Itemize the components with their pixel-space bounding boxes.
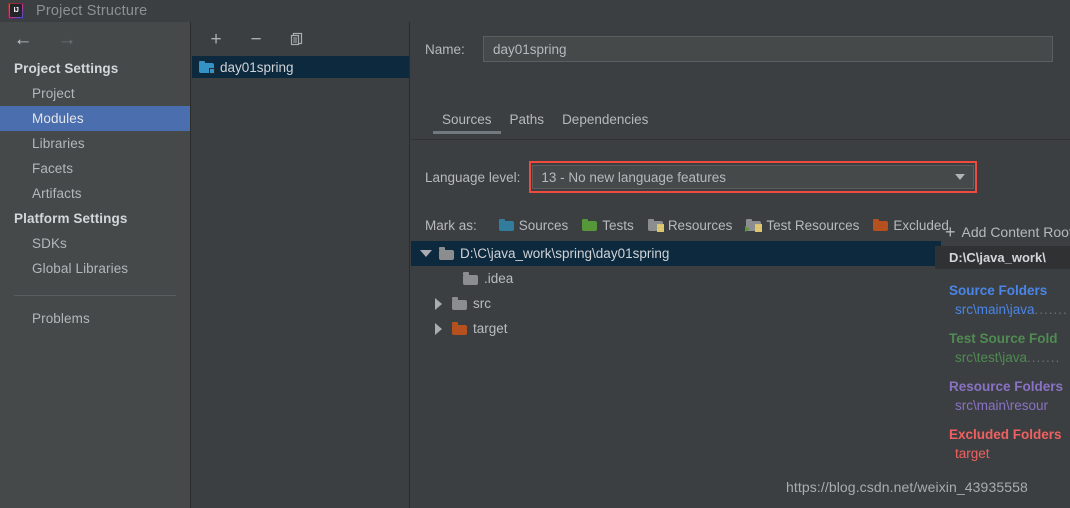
chevron-collapsed-icon[interactable] — [435, 322, 442, 335]
tree-row-label: D:\C\java_work\spring\day01spring — [460, 246, 670, 261]
sidebar-divider — [14, 295, 176, 296]
module-folder-icon — [199, 60, 215, 74]
mark-as-resources-label: Resources — [667, 217, 733, 233]
resource-folders-path-label: src\main\resour — [955, 398, 1049, 413]
module-name-row: Name: day01spring — [411, 32, 1053, 66]
sidebar-item-global-libraries[interactable]: Global Libraries — [0, 256, 190, 281]
test-source-folders-path[interactable]: src\test\java....... — [935, 350, 1070, 365]
module-name-input[interactable]: day01spring — [483, 36, 1053, 62]
excluded-folder-icon — [873, 218, 889, 231]
tab-dependencies[interactable]: Dependencies — [553, 112, 657, 134]
test-source-folders-section: Test Source Fold src\test\java....... — [935, 331, 1070, 365]
tab-sources[interactable]: Sources — [433, 112, 501, 134]
sidebar-group-platform-settings: Platform Settings — [14, 211, 128, 226]
test-source-folders-title: Test Source Fold — [949, 331, 1058, 346]
watermark-text: https://blog.csdn.net/weixin_43935558 — [786, 479, 1028, 495]
mark-as-sources-button[interactable]: Sources — [498, 217, 569, 233]
content-root-path: D:\C\java_work\ — [935, 246, 1070, 269]
plus-icon: + — [945, 222, 956, 242]
sidebar-item-libraries[interactable]: Libraries — [0, 131, 190, 156]
modules-toolbar: + − — [192, 22, 409, 56]
sources-folder-icon — [498, 218, 514, 231]
content-root-tree: D:\C\java_work\spring\day01spring .idea … — [411, 241, 941, 341]
folder-icon — [439, 247, 454, 260]
content-root-info-rail: + Add Content Root D:\C\java_work\ Sourc… — [935, 218, 1070, 461]
arrow-right-icon[interactable]: → — [56, 29, 78, 49]
window-title: Project Structure — [36, 3, 148, 19]
tree-row[interactable]: D:\C\java_work\spring\day01spring — [411, 241, 941, 266]
chevron-expanded-icon[interactable] — [420, 250, 432, 257]
folder-icon — [452, 297, 467, 310]
path-ellipsis: ....... — [1034, 302, 1068, 317]
mark-as-resources-button[interactable]: Resources — [647, 217, 733, 233]
chevron-down-icon — [955, 174, 966, 180]
tree-row-label: target — [473, 321, 508, 336]
project-structure-dialog: Project Structure ← → Project Settings P… — [0, 0, 1070, 508]
add-module-button[interactable]: + — [206, 29, 226, 49]
tests-folder-icon — [582, 218, 598, 231]
folder-icon — [452, 322, 467, 335]
resource-folders-title: Resource Folders — [949, 379, 1064, 394]
arrow-left-icon[interactable]: ← — [12, 29, 34, 49]
test-source-folders-path-label: src\test\java — [955, 350, 1028, 365]
module-list-item[interactable]: day01spring — [192, 56, 409, 78]
mark-as-tests-label: Tests — [602, 217, 634, 233]
language-level-highlight: 13 - No new language features — [529, 161, 978, 193]
source-folders-section: Source Folders src\main\java....... — [935, 283, 1070, 317]
tree-row-label: .idea — [484, 271, 514, 286]
source-folders-title: Source Folders — [949, 283, 1048, 298]
title-bar: Project Structure — [0, 0, 1070, 22]
tree-row[interactable]: src — [411, 291, 941, 316]
excluded-folders-section: Excluded Folders target — [935, 427, 1070, 461]
module-name: day01spring — [220, 59, 294, 75]
language-level-row: Language level: 13 - No new language fea… — [411, 161, 978, 193]
language-level-label: Language level: — [425, 169, 521, 185]
sidebar-item-project[interactable]: Project — [0, 81, 190, 106]
resource-folders-section: Resource Folders src\main\resour — [935, 379, 1070, 413]
name-label: Name: — [425, 41, 465, 57]
mark-as-test-resources-label: Test Resources — [766, 217, 860, 233]
language-level-select[interactable]: 13 - No new language features — [532, 165, 975, 189]
tree-row[interactable]: .idea — [411, 266, 941, 291]
language-level-value: 13 - No new language features — [541, 169, 726, 185]
mark-as-tests-button[interactable]: Tests — [582, 218, 634, 233]
intellij-idea-icon — [8, 3, 24, 19]
source-folders-path[interactable]: src\main\java....... — [935, 302, 1070, 317]
sidebar-item-modules[interactable]: Modules — [0, 106, 190, 131]
mark-as-test-resources-button[interactable]: Test Resources — [745, 217, 860, 233]
tree-row-label: src — [473, 296, 491, 311]
sidebar-item-artifacts[interactable]: Artifacts — [0, 181, 190, 206]
copy-icon[interactable] — [286, 29, 306, 49]
excluded-folders-path[interactable]: target — [935, 446, 1070, 461]
remove-module-button[interactable]: − — [246, 29, 266, 49]
tree-row[interactable]: target — [411, 316, 941, 341]
editor-tabs: Sources Paths Dependencies — [411, 112, 1070, 140]
sidebar-group-project-settings: Project Settings — [14, 61, 119, 76]
excluded-folders-path-label: target — [955, 446, 990, 461]
sidebar-item-facets[interactable]: Facets — [0, 156, 190, 181]
modules-list-panel: + − day01spring — [192, 22, 410, 508]
mark-as-sources-label: Sources — [518, 217, 569, 233]
mark-as-row: Mark as: Sources Tests Resources Test Re… — [411, 214, 963, 236]
mark-as-label: Mark as: — [425, 217, 477, 233]
folder-icon — [463, 272, 478, 285]
chevron-collapsed-icon[interactable] — [435, 297, 442, 310]
settings-sidebar: ← → Project Settings Project Modules Lib… — [0, 22, 191, 508]
sidebar-item-problems[interactable]: Problems — [0, 306, 190, 331]
resource-folders-path[interactable]: src\main\resour — [935, 398, 1070, 413]
sidebar-item-sdks[interactable]: SDKs — [0, 231, 190, 256]
add-content-root-label: Add Content Root — [961, 224, 1070, 240]
tab-paths[interactable]: Paths — [501, 112, 554, 134]
test-resources-folder-icon — [745, 218, 763, 232]
resources-folder-icon — [647, 218, 664, 232]
excluded-folders-title: Excluded Folders — [949, 427, 1062, 442]
source-folders-path-label: src\main\java — [955, 302, 1035, 317]
sidebar-nav-row: ← → — [0, 22, 190, 56]
path-ellipsis: ....... — [1027, 350, 1061, 365]
add-content-root-button[interactable]: + Add Content Root — [935, 218, 1070, 246]
